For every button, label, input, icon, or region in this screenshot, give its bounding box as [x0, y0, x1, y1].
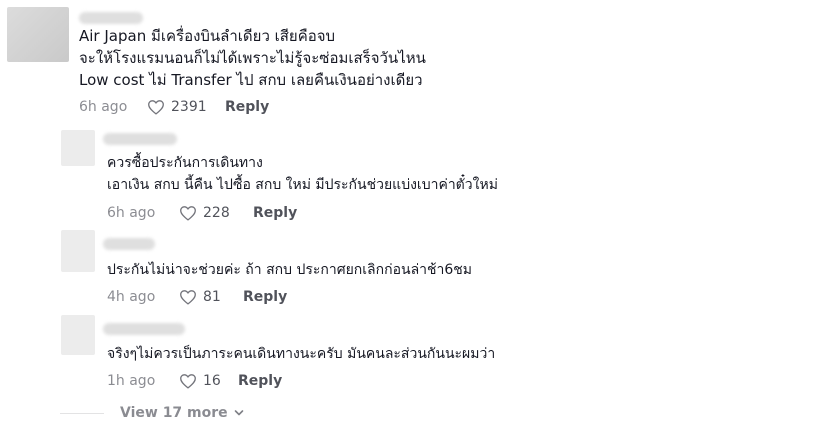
- timestamp: 4h ago: [107, 289, 156, 305]
- reply-button[interactable]: Reply: [225, 99, 269, 115]
- view-more-label[interactable]: View 17 more: [120, 405, 228, 421]
- reply-text: ควรซื้อประกันการเดินทาง เอาเงิน สกบ นี้ค…: [107, 152, 498, 196]
- timestamp: 6h ago: [79, 99, 128, 115]
- like-count: 2391: [171, 99, 207, 115]
- avatar[interactable]: [61, 230, 95, 272]
- chevron-down-icon: [234, 410, 243, 416]
- heart-outline-icon: [180, 206, 196, 221]
- like-count: 228: [203, 205, 230, 221]
- reply-button[interactable]: Reply: [238, 373, 282, 389]
- avatar[interactable]: [61, 130, 95, 166]
- comment-line: Air Japan มีเครื่องบินลำเดียว เสียคือจบ: [79, 27, 336, 45]
- reply-button[interactable]: Reply: [243, 289, 287, 305]
- reply-line: ควรซื้อประกันการเดินทาง: [107, 155, 263, 171]
- reply-line: จริงๆไม่ควรเป็นภาระคนเดินทางนะครับ มันคน…: [107, 346, 496, 362]
- like-count: 16: [203, 373, 221, 389]
- view-more-replies[interactable]: View 17 more: [60, 405, 244, 421]
- avatar[interactable]: [61, 315, 95, 355]
- like-button[interactable]: 81: [179, 289, 243, 305]
- like-button[interactable]: 2391: [147, 99, 225, 115]
- reply-meta: 4h ago 81 Reply: [107, 287, 287, 307]
- divider: [60, 412, 104, 414]
- like-button[interactable]: 228: [179, 205, 253, 221]
- like-button[interactable]: 16: [179, 373, 238, 389]
- timestamp: 6h ago: [107, 205, 156, 221]
- like-count: 81: [203, 289, 221, 305]
- reply-line: เอาเงิน สกบ นี้คืน ไปซื้อ สกบ ใหม่ มีประ…: [107, 177, 498, 193]
- reply-text: จริงๆไม่ควรเป็นภาระคนเดินทางนะครับ มันคน…: [107, 343, 495, 365]
- comment-line: Low cost ไม่ Transfer ไป สกบ เลยคืนเงินอ…: [79, 71, 423, 89]
- username-blurred[interactable]: [103, 133, 177, 145]
- heart-outline-icon: [180, 374, 196, 389]
- username-blurred[interactable]: [103, 323, 185, 335]
- heart-outline-icon: [180, 290, 196, 305]
- username-blurred[interactable]: [103, 238, 155, 250]
- comment-text: Air Japan มีเครื่องบินลำเดียว เสียคือจบ …: [79, 25, 426, 91]
- reply-meta: 1h ago 16 Reply: [107, 371, 282, 391]
- username-blurred[interactable]: [79, 12, 143, 24]
- reply-meta: 6h ago 228 Reply: [107, 203, 297, 223]
- reply-line: ประกันไม่น่าจะช่วยค่ะ ถ้า สกบ ประกาศยกเล…: [107, 262, 473, 278]
- avatar[interactable]: [7, 7, 69, 62]
- reply-button[interactable]: Reply: [253, 205, 297, 221]
- comment-thread: Air Japan มีเครื่องบินลำเดียว เสียคือจบ …: [0, 0, 819, 432]
- reply-text: ประกันไม่น่าจะช่วยค่ะ ถ้า สกบ ประกาศยกเล…: [107, 259, 472, 281]
- heart-outline-icon: [148, 100, 164, 115]
- comment-meta: 6h ago 2391 Reply: [79, 97, 269, 117]
- timestamp: 1h ago: [107, 373, 156, 389]
- comment-line: จะให้โรงแรมนอนก็ไม่ได้เพราะไม่รู้จะซ่อมเ…: [79, 49, 426, 67]
